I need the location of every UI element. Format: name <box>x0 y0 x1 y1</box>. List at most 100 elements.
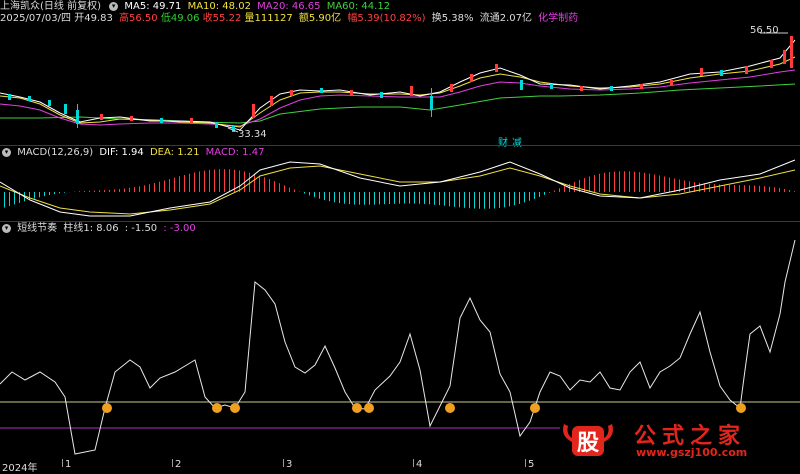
macd-bar <box>764 186 765 192</box>
macd-bar <box>164 180 165 192</box>
low-marker: 33.34 <box>238 129 267 140</box>
month-label-3: 3 <box>286 459 292 470</box>
macd-bar <box>274 181 275 192</box>
macd-bar <box>239 170 240 192</box>
macd-bar <box>704 183 705 192</box>
macd-bar <box>509 192 510 206</box>
macd-bar <box>159 182 160 192</box>
macd-bar <box>254 174 255 192</box>
month-tick <box>283 459 284 467</box>
macd-bar <box>629 171 630 192</box>
macd-bar <box>144 185 145 192</box>
macd-bar <box>359 192 360 205</box>
macd-bar <box>619 171 620 192</box>
macd-bar <box>224 169 225 192</box>
macd-bar <box>404 192 405 204</box>
macd-bar <box>129 188 130 192</box>
macd-bar <box>469 192 470 208</box>
macd-bar <box>324 192 325 200</box>
macd-bar <box>599 174 600 192</box>
macd-bar <box>564 186 565 192</box>
macd-bar <box>744 185 745 192</box>
macd-bar <box>424 192 425 204</box>
macd-bar <box>354 192 355 205</box>
macd-bar <box>339 192 340 203</box>
macd-bar <box>484 192 485 209</box>
macd-bar <box>409 192 410 204</box>
macd-bar <box>184 175 185 192</box>
macd-bar <box>194 173 195 192</box>
macd-bar <box>644 173 645 192</box>
site-url: www.gszj100.com <box>636 446 747 459</box>
macd-bar <box>639 172 640 192</box>
macd-bar <box>149 184 150 192</box>
macd-bar <box>479 192 480 209</box>
macd-bar <box>759 186 760 192</box>
macd-bar <box>389 192 390 204</box>
macd-bar <box>489 192 490 209</box>
signal-markers <box>102 403 746 413</box>
macd-bar <box>539 192 540 197</box>
macd-bar <box>499 192 500 208</box>
month-tick <box>172 459 173 467</box>
macd-bar <box>729 185 730 192</box>
macd-bar <box>449 192 450 206</box>
macd-bar <box>209 170 210 192</box>
macd-bar <box>664 176 665 192</box>
macd-bar <box>689 181 690 192</box>
macd-bar <box>454 192 455 207</box>
macd-bar <box>399 192 400 204</box>
macd-bar <box>779 188 780 192</box>
macd-bar <box>654 175 655 192</box>
macd-bar <box>634 172 635 192</box>
macd-bar <box>694 182 695 192</box>
macd-bar <box>14 192 15 204</box>
macd-bar <box>524 192 525 202</box>
macd-bar <box>464 192 465 208</box>
macd-bar <box>329 192 330 201</box>
macd-bar <box>594 175 595 192</box>
high-marker: 56.50 <box>750 25 779 36</box>
macd-bar <box>29 192 30 200</box>
bull-logo-icon: 股 <box>558 418 618 460</box>
macd-bar <box>84 191 85 192</box>
macd-bar <box>154 183 155 192</box>
macd-bar <box>669 178 670 192</box>
dif-line <box>0 160 795 216</box>
macd-bar <box>229 169 230 192</box>
macd-bar <box>774 187 775 192</box>
macd-chart[interactable] <box>0 146 800 222</box>
month-label-4: 4 <box>416 459 422 470</box>
macd-bar <box>4 192 5 208</box>
macd-bar <box>309 192 310 195</box>
macd-bar <box>39 192 40 197</box>
macd-bar <box>349 192 350 204</box>
logo-char: 股 <box>577 431 599 456</box>
macd-bar <box>754 186 755 192</box>
macd-bar <box>684 180 685 192</box>
macd-histogram <box>4 169 795 209</box>
macd-bar <box>414 192 415 204</box>
macd-bar <box>659 175 660 192</box>
macd-bar <box>544 192 545 195</box>
macd-bar <box>789 190 790 192</box>
month-label-5: 5 <box>528 459 534 470</box>
macd-bar <box>379 192 380 204</box>
macd-bar <box>514 192 515 205</box>
macd-bar <box>534 192 535 199</box>
macd-bar <box>649 174 650 192</box>
macd-bar <box>134 187 135 192</box>
price-chart[interactable] <box>0 0 800 145</box>
macd-bar <box>784 189 785 192</box>
macd-bar <box>294 190 295 192</box>
macd-bar <box>494 192 495 208</box>
macd-bar <box>304 192 305 194</box>
macd-bar <box>344 192 345 204</box>
macd-bar <box>739 185 740 192</box>
macd-bar <box>114 189 115 192</box>
macd-bar <box>624 171 625 192</box>
macd-bar <box>519 192 520 204</box>
macd-bar <box>94 191 95 192</box>
macd-bar <box>714 184 715 192</box>
macd-bar <box>49 192 50 195</box>
